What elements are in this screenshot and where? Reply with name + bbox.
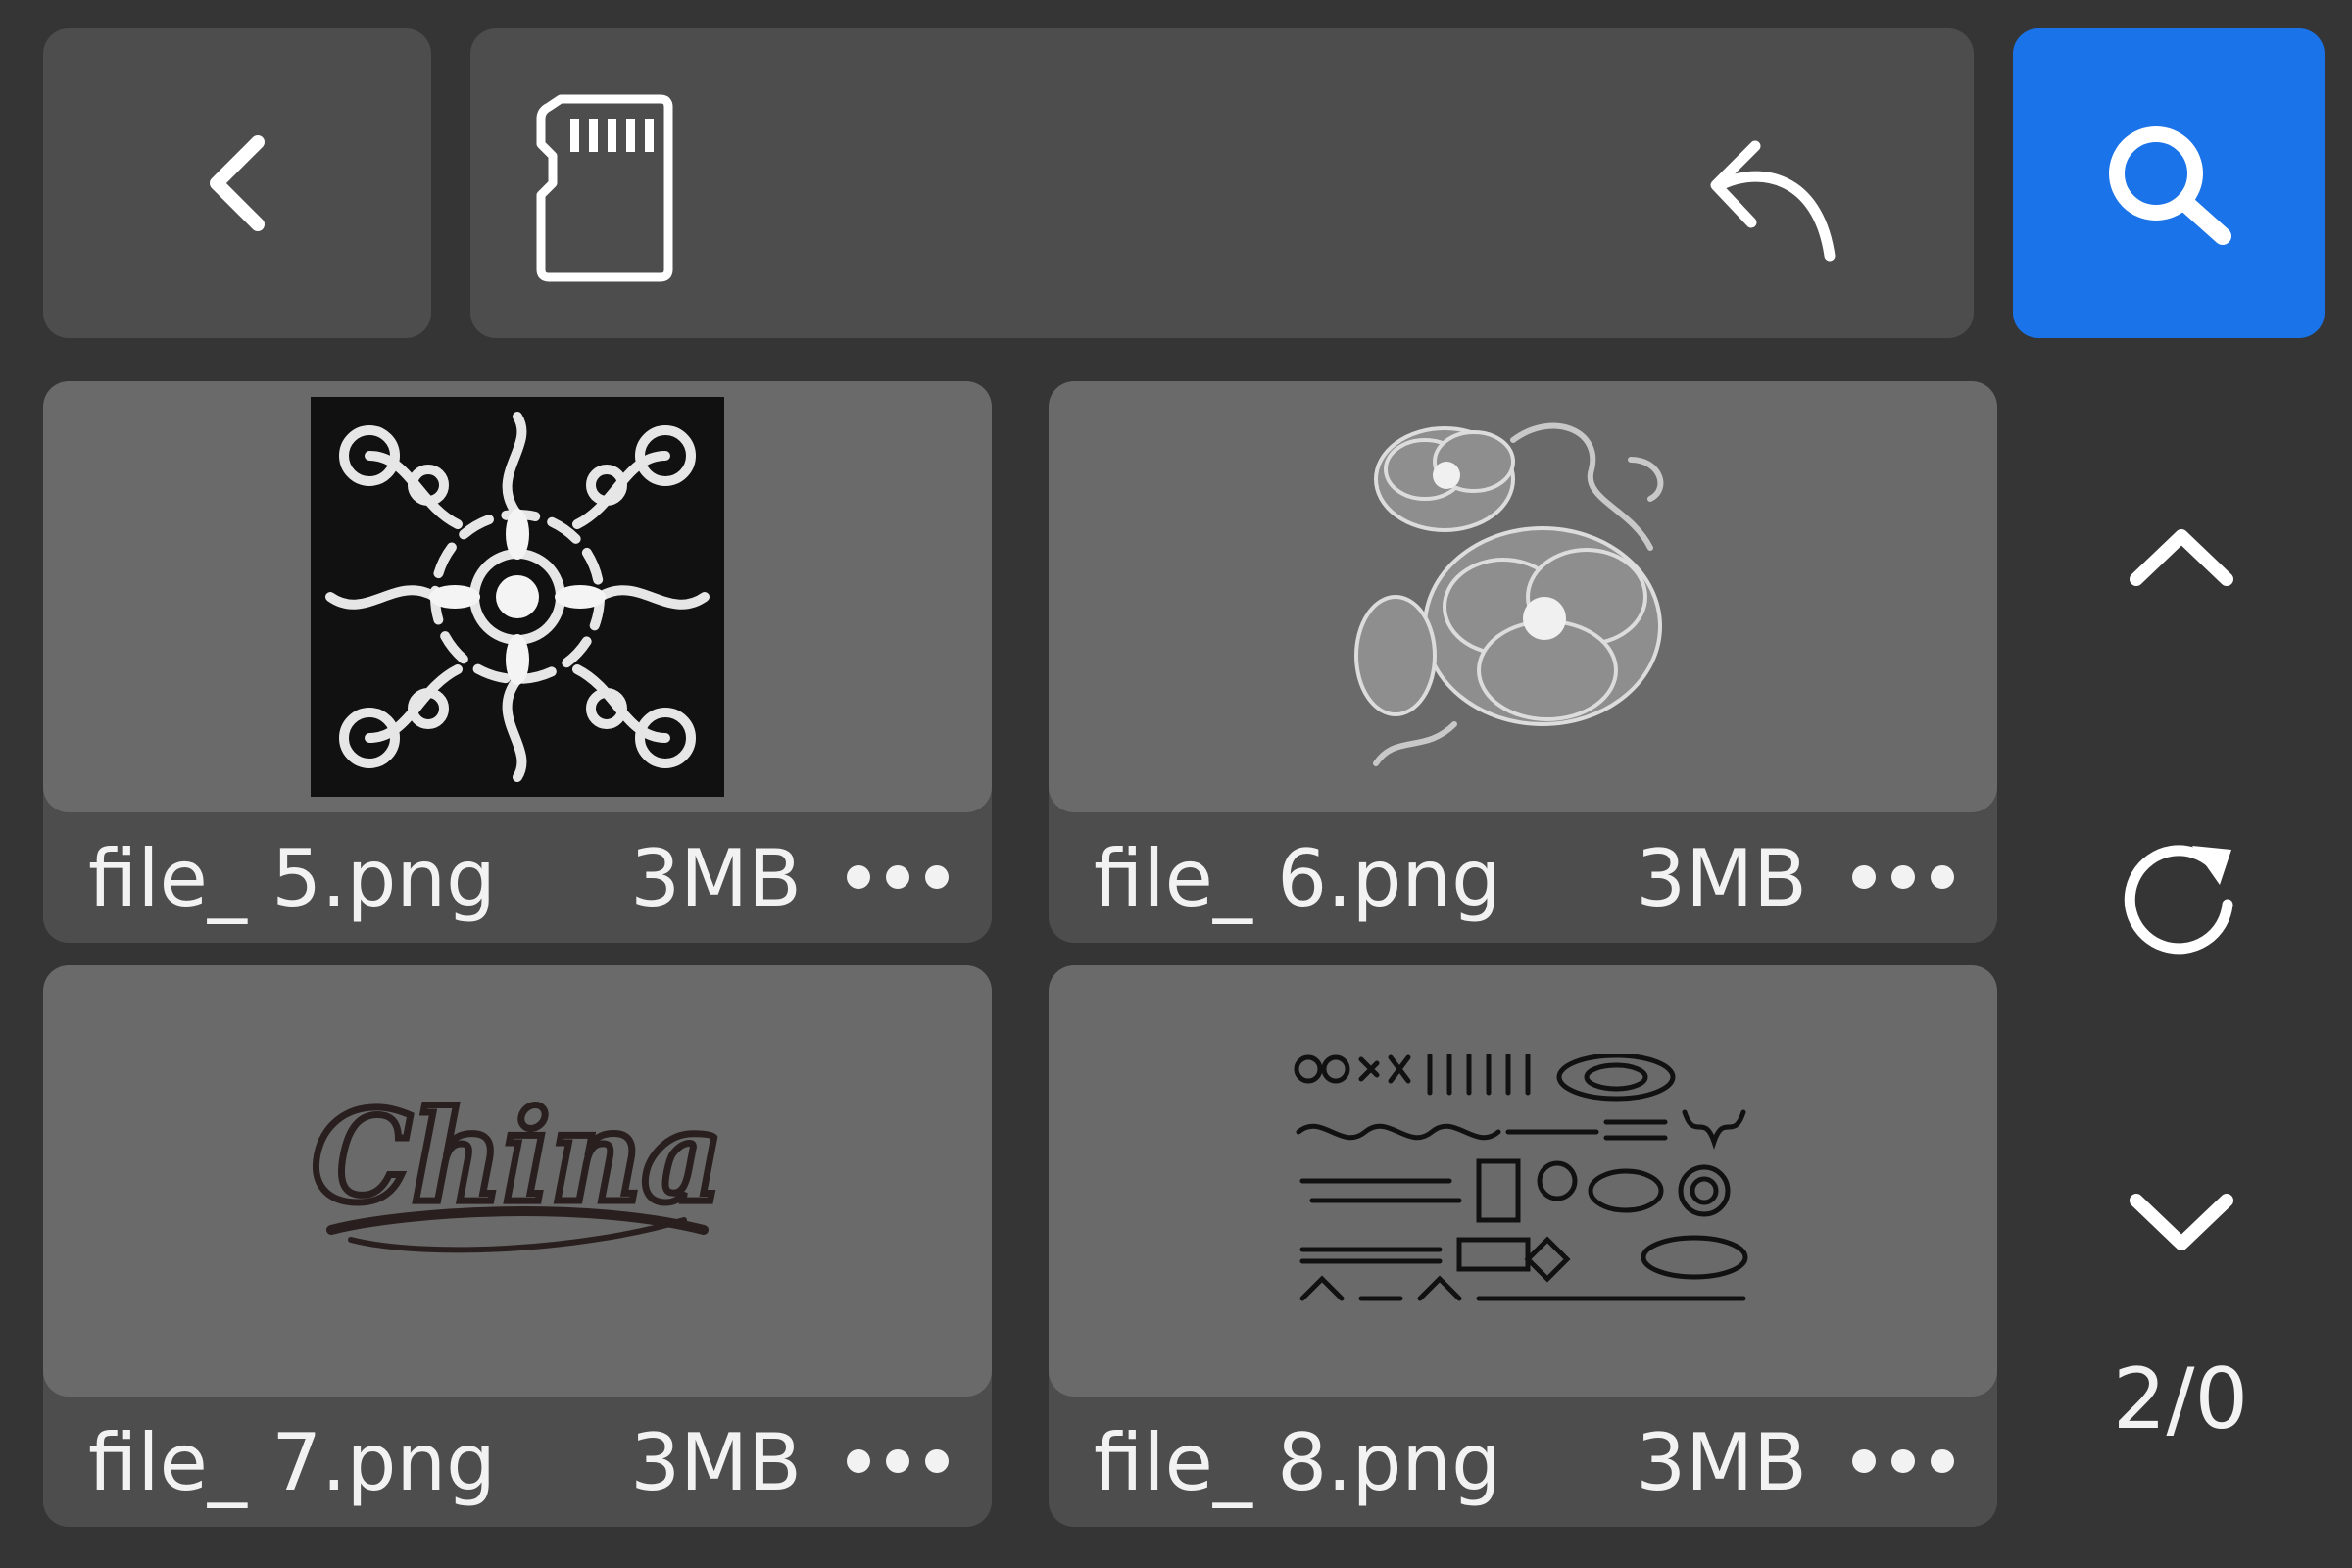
dot [1891, 865, 1915, 889]
more-options-button[interactable] [1852, 858, 1954, 897]
more-options-button[interactable] [847, 858, 949, 897]
file-size: 3MB [630, 1417, 802, 1508]
file-thumbnail [1049, 381, 1997, 812]
ornamental-tile-thumbnail [311, 397, 724, 797]
file-card[interactable]: file_ 8.png 3MB [1049, 965, 1997, 1527]
path-bar [470, 28, 1974, 338]
dot [925, 865, 949, 889]
file-meta: file_ 5.png 3MB [43, 812, 992, 943]
undo-arrow-icon [1710, 140, 1836, 262]
dot [925, 1449, 949, 1473]
refresh-icon [2124, 845, 2233, 955]
dot [847, 1449, 870, 1473]
page-indicator: 2/0 [2112, 1350, 2249, 1448]
file-size: 3MB [1636, 833, 1807, 924]
scroll-up-button[interactable] [2083, 476, 2279, 643]
peony-flowers-thumbnail [1354, 422, 1664, 766]
up-directory-button[interactable] [1695, 122, 1852, 288]
china-lettering: China [312, 1084, 723, 1231]
file-thumbnail [1049, 965, 1997, 1396]
chevron-left-icon [210, 135, 265, 231]
refresh-button[interactable] [2083, 814, 2279, 981]
dot [1891, 1449, 1915, 1473]
file-card[interactable]: file_ 6.png 3MB [1049, 381, 1997, 943]
file-card[interactable]: China file_ 7.png 3MB [43, 965, 992, 1527]
dot [1852, 1449, 1876, 1473]
more-options-button[interactable] [1852, 1442, 1954, 1481]
dot [1931, 865, 1954, 889]
dot [1931, 1449, 1954, 1473]
dot [847, 865, 870, 889]
file-name: file_ 5.png [88, 833, 496, 924]
file-meta: file_ 6.png 3MB [1049, 812, 1997, 943]
symbol-sheet-thumbnail [1294, 1054, 1748, 1301]
dot [886, 1449, 909, 1473]
chevron-down-icon [2130, 1194, 2233, 1250]
file-meta: file_ 8.png 3MB [1049, 1396, 1997, 1527]
search-button[interactable] [2013, 28, 2325, 338]
file-card[interactable]: file_ 5.png 3MB [43, 381, 992, 943]
search-icon [2109, 126, 2231, 245]
file-size: 3MB [1636, 1417, 1807, 1508]
chevron-up-icon [2130, 529, 2233, 586]
scroll-down-button[interactable] [2083, 1137, 2279, 1303]
more-options-button[interactable] [847, 1442, 949, 1481]
file-size: 3MB [630, 833, 802, 924]
file-name: file_ 8.png [1094, 1417, 1501, 1508]
china-lettering-thumbnail: China [309, 1083, 726, 1253]
file-name: file_ 6.png [1094, 833, 1501, 924]
file-thumbnail [43, 381, 992, 812]
file-meta: file_ 7.png 3MB [43, 1396, 992, 1527]
file-thumbnail: China [43, 965, 992, 1396]
dot [1852, 865, 1876, 889]
dot [886, 865, 909, 889]
file-name: file_ 7.png [88, 1417, 496, 1508]
sd-card-icon [536, 94, 673, 282]
back-button[interactable] [43, 28, 431, 338]
